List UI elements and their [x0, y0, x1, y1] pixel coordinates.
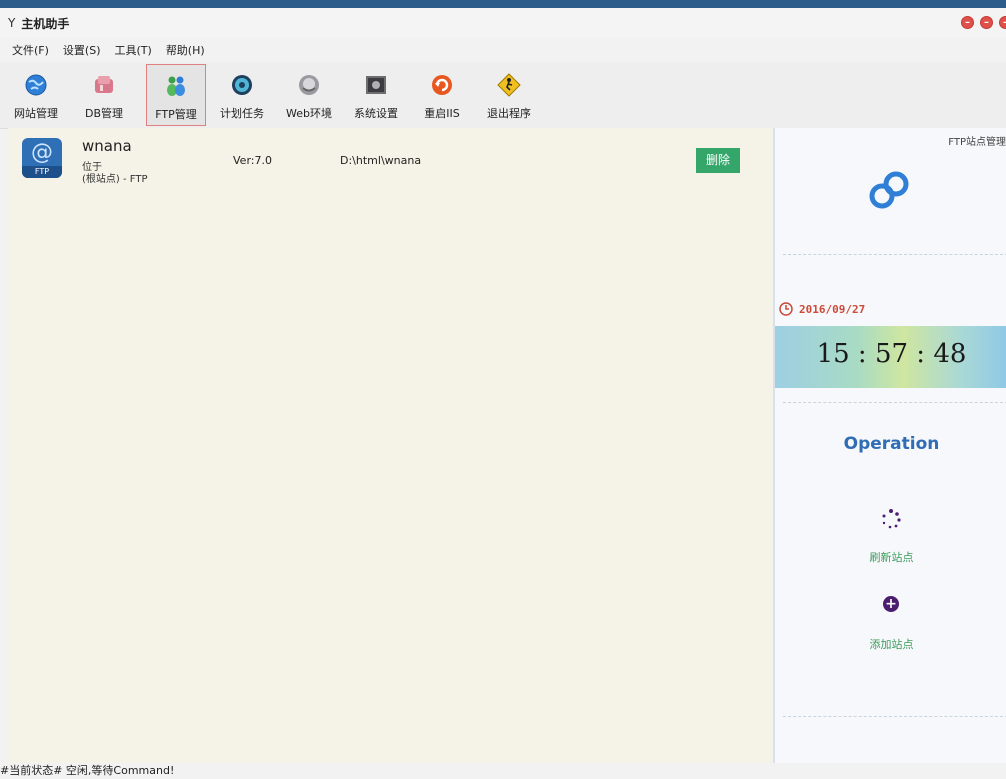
title-bar: Y 主机助手 – – –: [0, 8, 1006, 38]
delete-button[interactable]: 删除: [696, 148, 740, 173]
site-list-panel: @ FTP wnana 位于 (根站点) - FTP Ver:7.0 D:\ht…: [8, 128, 773, 763]
minimize-button[interactable]: –: [961, 16, 974, 29]
toolbar-label: 网站管理: [14, 107, 58, 120]
toolbar-button-db[interactable]: DB管理: [74, 64, 134, 126]
divider: [783, 402, 1006, 403]
toolbar: 网站管理 DB管理 FTP管理 计划任务 Web环境 系统设置 重启IIS 退出…: [0, 62, 1006, 129]
refresh-icon[interactable]: [880, 508, 902, 533]
toolbar-label: 退出程序: [487, 107, 531, 120]
site-root-label: (根站点) - FTP: [82, 174, 148, 185]
restart-icon: [429, 72, 455, 98]
ftp-site-icon: @ FTP: [22, 138, 62, 178]
digital-clock: 15 : 57 : 48: [775, 326, 1006, 388]
toolbar-label: 系统设置: [354, 107, 398, 120]
operation-title: Operation: [843, 434, 940, 454]
site-name: wnana: [82, 137, 132, 155]
menu-help[interactable]: 帮助(H): [166, 42, 205, 58]
ftp-icon-label: FTP: [22, 166, 62, 178]
add-icon[interactable]: +: [883, 596, 899, 612]
clock-small-icon: [779, 302, 793, 316]
site-version: Ver:7.0: [233, 154, 272, 167]
database-icon: [91, 72, 117, 98]
panel-title: FTP站点管理: [948, 137, 1006, 148]
server-icon: [296, 72, 322, 98]
toolbar-button-system-settings[interactable]: 系统设置: [346, 64, 406, 126]
menu-bar: 文件(F) 设置(S) 工具(T) 帮助(H): [0, 38, 1006, 62]
window-top-border: [0, 0, 1006, 8]
toolbar-label: Web环境: [286, 107, 332, 120]
clock-icon: [229, 72, 255, 98]
toolbar-label: FTP管理: [155, 108, 197, 121]
toolbar-label: 重启IIS: [424, 107, 460, 120]
toolbar-button-website[interactable]: 网站管理: [6, 64, 66, 126]
divider: [783, 716, 1006, 717]
at-icon: @: [31, 140, 53, 165]
divider: [783, 254, 1006, 255]
status-bar: #当前状态# 空闲,等待Command!: [0, 763, 1006, 779]
date-row: 2016/09/27: [779, 302, 865, 316]
maximize-button[interactable]: –: [980, 16, 993, 29]
date-text: 2016/09/27: [799, 302, 866, 316]
exit-icon: [496, 72, 522, 98]
toolbar-button-restart-iis[interactable]: 重启IIS: [412, 64, 472, 126]
toolbar-button-ftp[interactable]: FTP管理: [146, 64, 206, 126]
site-row[interactable]: @ FTP wnana 位于 (根站点) - FTP Ver:7.0 D:\ht…: [8, 128, 773, 188]
link-icon: [860, 170, 920, 213]
toolbar-label: 计划任务: [220, 107, 264, 120]
menu-tools[interactable]: 工具(T): [115, 42, 152, 58]
toolbar-button-schedule[interactable]: 计划任务: [212, 64, 272, 126]
app-title: 主机助手: [21, 16, 70, 31]
globe-icon: [23, 72, 49, 98]
toolbar-button-exit[interactable]: 退出程序: [479, 64, 539, 126]
add-site-button[interactable]: 添加站点: [775, 636, 1006, 652]
menu-file[interactable]: 文件(F): [12, 42, 49, 58]
right-info-panel: FTP站点管理 2016/09/27 15 : 57 : 48 Operatio…: [773, 128, 1006, 763]
toolbar-label: DB管理: [84, 107, 124, 120]
close-button[interactable]: –: [999, 16, 1006, 29]
site-path: D:\html\wnana: [340, 154, 422, 167]
settings-icon: [363, 72, 389, 98]
status-text: #当前状态# 空闲,等待Command!: [0, 764, 175, 777]
app-icon: Y: [8, 16, 16, 30]
clock-time: 15 : 57 : 48: [816, 339, 967, 369]
users-icon: [163, 73, 189, 99]
window-controls: – – –: [961, 16, 1006, 29]
toolbar-button-web-env[interactable]: Web环境: [279, 64, 339, 126]
refresh-sites-button[interactable]: 刷新站点: [775, 549, 1006, 565]
menu-settings[interactable]: 设置(S): [63, 42, 101, 58]
